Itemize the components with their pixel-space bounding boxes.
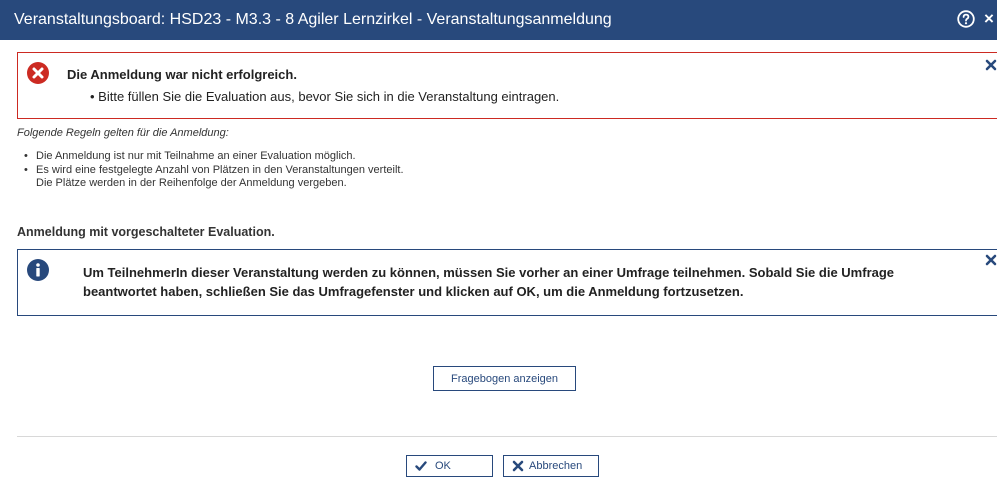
error-circle-icon (27, 62, 49, 84)
section-heading: Anmeldung mit vorgeschalteter Evaluation… (17, 225, 275, 239)
help-circle-icon[interactable] (957, 10, 975, 28)
checkmark-icon (415, 461, 427, 471)
rules-list: Die Anmeldung ist nur mit Teilnahme an e… (24, 150, 404, 191)
x-icon (512, 460, 524, 472)
rule-item: Es wird eine festgelegte Anzahl von Plät… (24, 164, 404, 178)
error-close-icon[interactable] (985, 58, 997, 71)
error-bullet: • Bitte füllen Sie die Evaluation aus, b… (90, 89, 560, 104)
rule-item: Die Anmeldung ist nur mit Teilnahme an e… (24, 150, 404, 164)
info-circle-icon (27, 259, 49, 281)
rules-intro: Folgende Regeln gelten für die Anmeldung… (17, 127, 229, 139)
footer-divider (17, 436, 997, 437)
info-message-box: Um TeilnehmerIn dieser Veranstaltung wer… (17, 249, 997, 316)
rule-item-continuation: Die Plätze werden in der Reihenfolge der… (36, 177, 347, 189)
info-text: Um TeilnehmerIn dieser Veranstaltung wer… (83, 265, 895, 299)
close-icon[interactable]: × (984, 10, 997, 27)
error-bullet-text: Bitte füllen Sie die Evaluation aus, bev… (98, 89, 560, 104)
error-message-box: Die Anmeldung war nicht erfolgreich. • B… (17, 52, 997, 119)
ok-button-label: OK (435, 460, 451, 472)
dialog-title: Veranstaltungsboard: HSD23 - M3.3 - 8 Ag… (14, 11, 612, 28)
info-close-icon[interactable] (985, 253, 997, 266)
dialog-titlebar: Veranstaltungsboard: HSD23 - M3.3 - 8 Ag… (0, 0, 997, 40)
show-survey-button[interactable]: Fragebogen anzeigen (433, 366, 576, 391)
error-title: Die Anmeldung war nicht erfolgreich. (67, 67, 297, 82)
cancel-button-label: Abbrechen (529, 460, 583, 472)
cancel-button[interactable]: Abbrechen (503, 455, 599, 477)
ok-button[interactable]: OK (406, 455, 493, 477)
